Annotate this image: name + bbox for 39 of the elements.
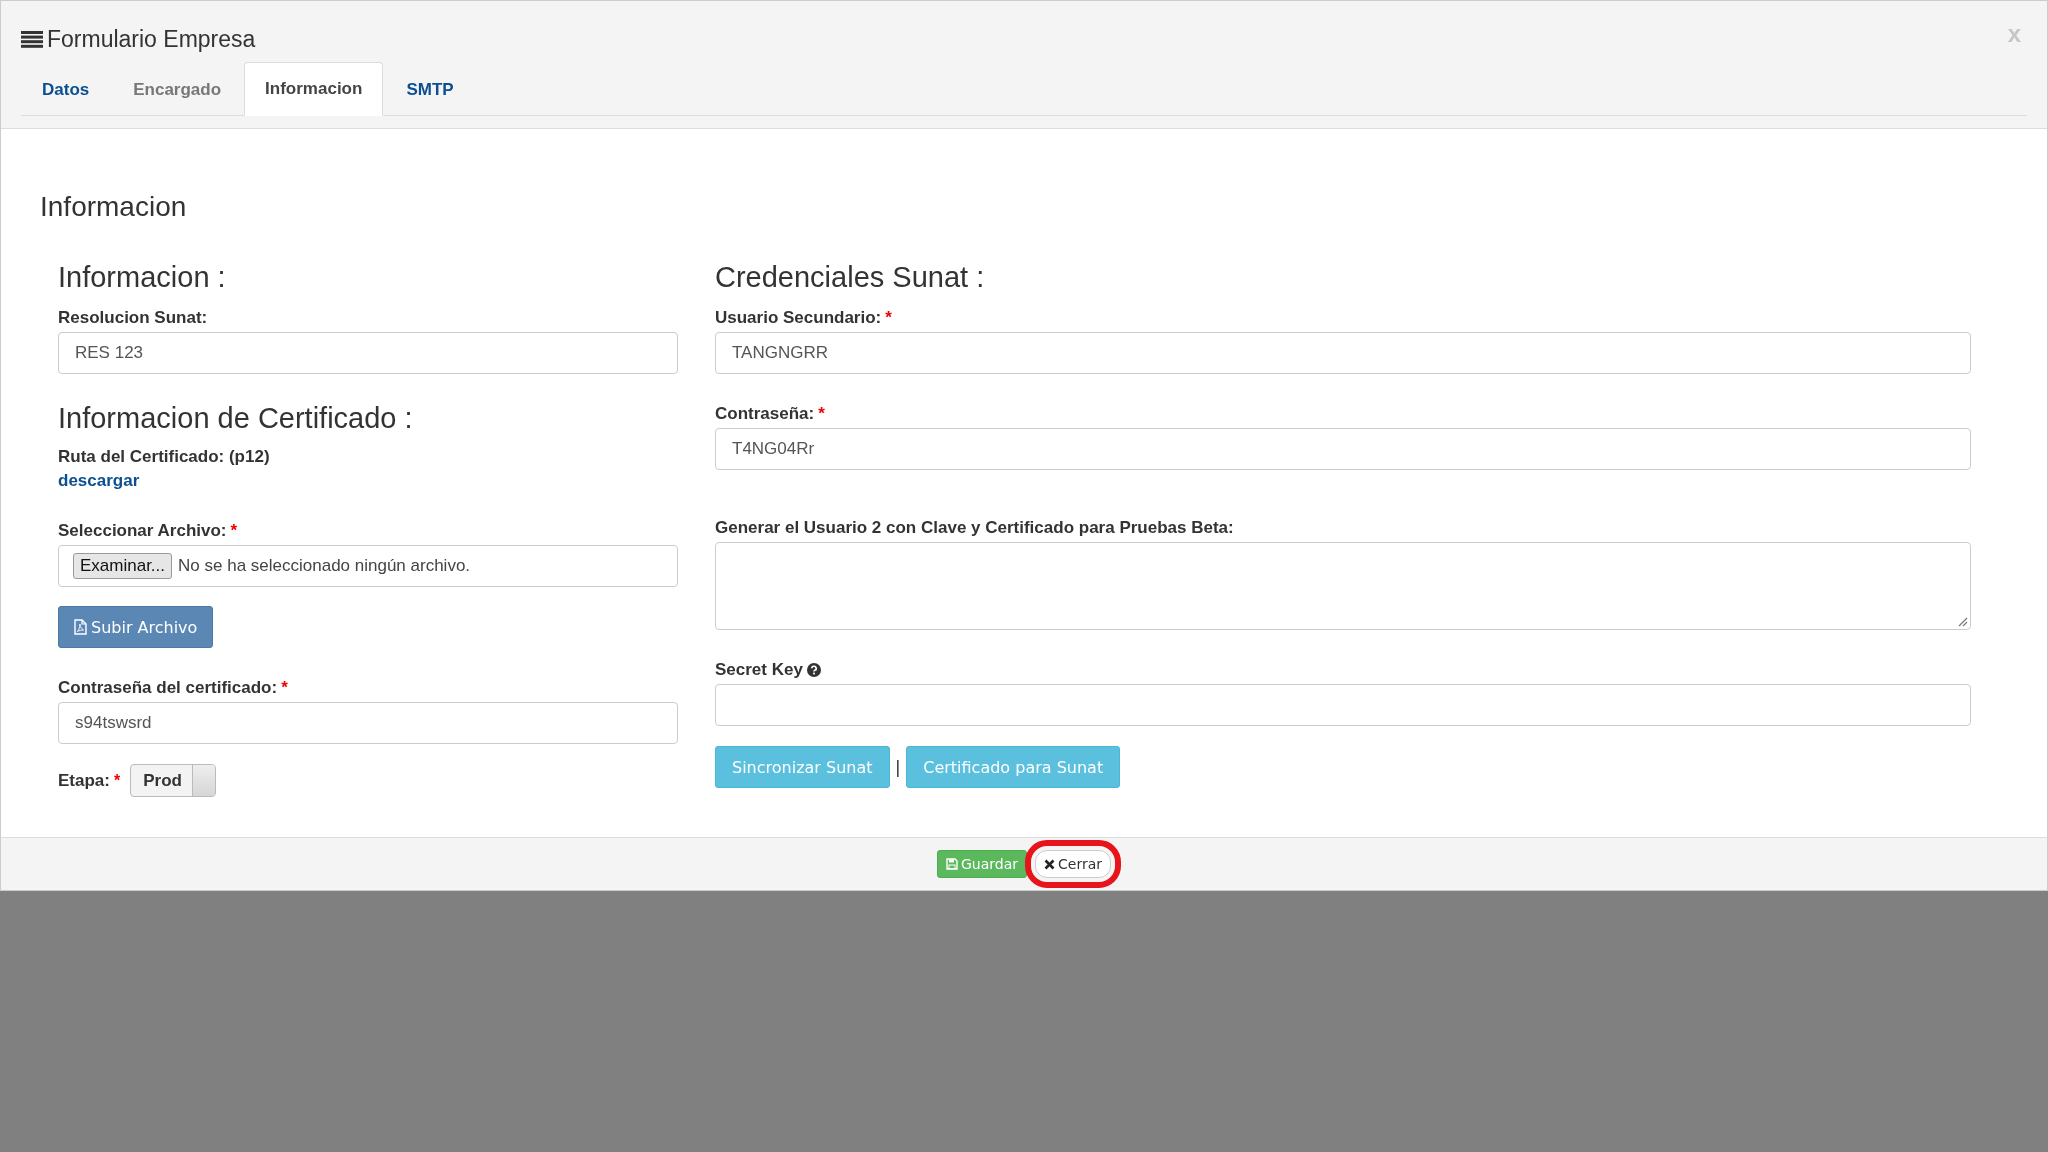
section-heading: Credenciales Sunat :	[715, 261, 986, 294]
certificate-path-label: Ruta del Certificado: (p12)	[58, 447, 270, 467]
field-label: Seleccionar Archivo:	[58, 521, 227, 541]
file-status: No se ha seleccionado ningún archivo.	[178, 556, 471, 576]
resize-grip-icon[interactable]	[1956, 615, 1968, 627]
pdf-file-icon	[74, 619, 87, 635]
text-field[interactable]: T4NG04Rr	[715, 428, 1971, 470]
field-label: Contraseña:	[715, 404, 815, 424]
field-label: Secret Key	[715, 660, 803, 680]
required-mark: *	[818, 404, 825, 424]
browse-button[interactable]: Examinar...	[73, 553, 173, 579]
section-heading: Informacion de Certificado :	[58, 402, 413, 435]
field-label: Contraseña del certificado:	[58, 678, 278, 698]
upload-button[interactable]: Subir Archivo	[58, 606, 214, 648]
separator: |	[895, 756, 901, 778]
tab[interactable]: SMTP	[385, 63, 475, 116]
close-icon	[1044, 858, 1055, 870]
menu-icon	[21, 30, 43, 48]
text-field[interactable]: TANGNGRR	[715, 332, 1971, 374]
resolution-field[interactable]: RES 123	[58, 332, 678, 374]
help-icon	[806, 663, 821, 677]
page-heading: Informacion	[40, 191, 188, 223]
text-field[interactable]	[715, 684, 1971, 726]
required-mark: *	[885, 308, 892, 328]
field-label: Usuario Secundario:	[715, 308, 882, 328]
section-heading: Informacion :	[58, 261, 226, 294]
tab[interactable]: Datos	[21, 63, 111, 116]
required-mark: *	[113, 771, 121, 790]
file-field[interactable]: Examinar... No se ha seleccionado ningún archivo.	[58, 545, 678, 587]
required-mark: *	[230, 521, 238, 541]
field-label: Resolucion Sunat:	[58, 308, 208, 328]
password-field[interactable]: s94tswsrd	[58, 702, 678, 744]
download-link[interactable]: descargar	[58, 471, 140, 491]
required-mark: *	[281, 678, 288, 698]
field-label: Generar el Usuario 2 con Clave y Certificado para Pruebas Beta:	[715, 518, 1234, 538]
tab[interactable]: Informacion	[244, 62, 384, 116]
field-label: Etapa:	[58, 770, 110, 791]
window-title: Formulario Empresa	[47, 25, 256, 53]
stage-toggle[interactable]: Prod	[130, 764, 216, 797]
